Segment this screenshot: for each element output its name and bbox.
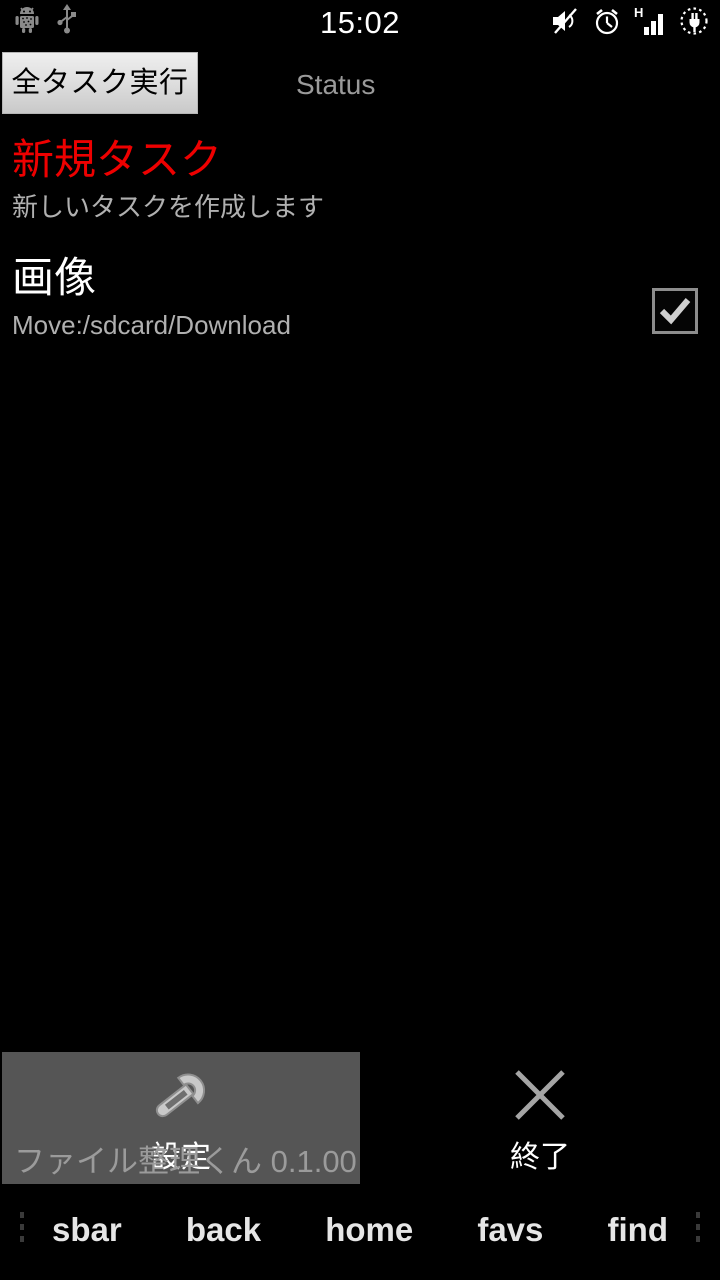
wrench-icon (2, 1066, 360, 1128)
list-item[interactable]: 画像 Move:/sdcard/Download (0, 240, 720, 358)
nav-button-favs[interactable]: favs (477, 1208, 543, 1252)
nav-button-find[interactable]: find (608, 1208, 668, 1252)
nav-drag-handle-left[interactable] (20, 1212, 24, 1248)
nav-items: sbar back home favs find (30, 1196, 690, 1264)
status-bar[interactable]: 15:02 H (0, 0, 720, 46)
task-enabled-checkbox[interactable] (652, 288, 698, 334)
task-title: 画像 (12, 254, 97, 301)
run-all-tasks-button[interactable]: 全タスク実行 (2, 52, 198, 114)
nav-drag-handle-right[interactable] (696, 1212, 700, 1248)
checkmark-icon (659, 298, 691, 325)
alarm-clock-icon (592, 6, 622, 41)
status-bar-right-icons: H (550, 5, 710, 42)
volume-mute-icon (550, 6, 580, 41)
task-title: 新規タスク (12, 136, 223, 183)
nav-button-sbar[interactable]: sbar (52, 1208, 122, 1252)
exit-menu-button[interactable]: 終了 (362, 1052, 718, 1184)
bottom-nav-bar: sbar back home favs find (0, 1196, 720, 1280)
nav-button-home[interactable]: home (325, 1208, 413, 1252)
exit-menu-label: 終了 (510, 1141, 570, 1174)
signal-bars-h-icon: H (634, 5, 666, 42)
nav-button-back[interactable]: back (186, 1208, 261, 1252)
task-list[interactable]: 新規タスク 新しいタスクを作成します 画像 Move:/sdcard/Downl… (0, 122, 720, 358)
list-item[interactable]: 新規タスク 新しいタスクを作成します (0, 122, 720, 240)
task-subtitle: Move:/sdcard/Download (12, 310, 291, 340)
app-version-label: ファイル整理くん 0.1.00 (14, 1144, 357, 1179)
action-bar: 全タスク実行 Status (0, 50, 720, 116)
svg-text:H: H (634, 5, 643, 20)
battery-charging-icon (678, 5, 710, 42)
close-x-icon (362, 1066, 718, 1128)
status-column-header: Status (296, 69, 376, 100)
task-subtitle: 新しいタスクを作成します (12, 192, 325, 222)
